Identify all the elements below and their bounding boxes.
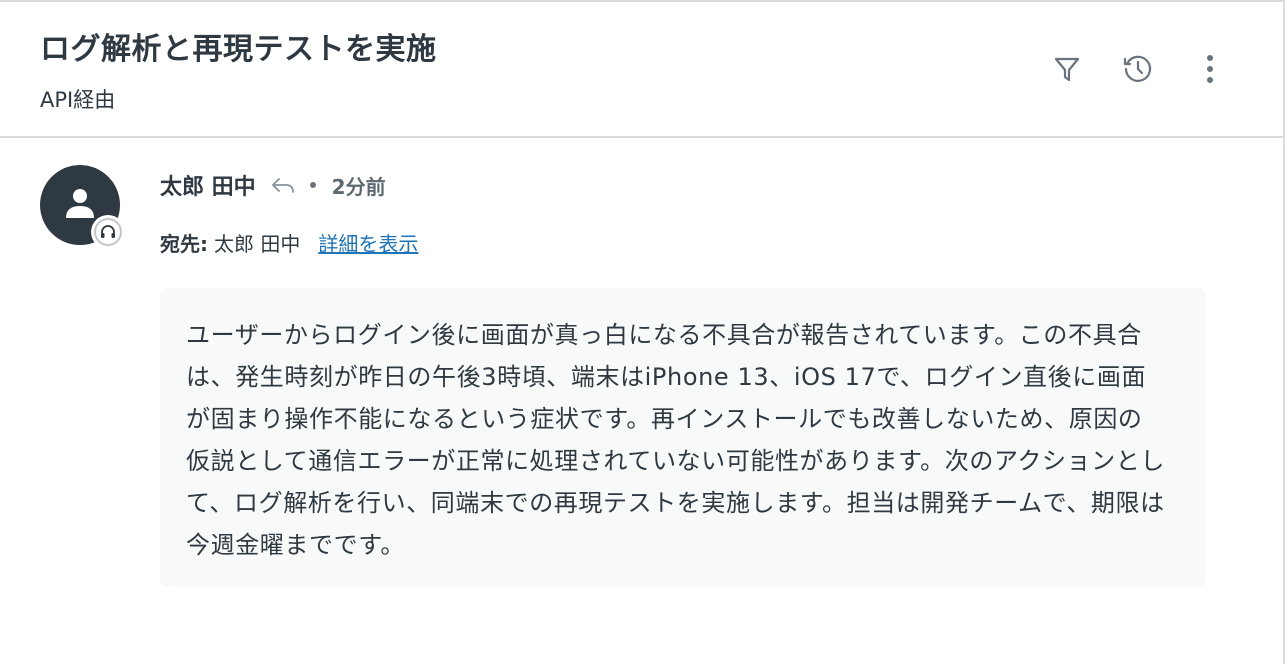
more-options-button[interactable] — [1189, 48, 1231, 90]
comment-meta: 太郎 田中 2分前 — [160, 168, 386, 202]
author-name: 太郎 田中 — [160, 175, 256, 200]
history-button[interactable] — [1117, 48, 1159, 90]
recipient-row: 宛先: 太郎 田中 詳細を表示 — [160, 226, 418, 258]
filter-button[interactable] — [1046, 48, 1088, 90]
reply-icon — [270, 175, 296, 195]
comment-body: ユーザーからログイン後に画面が真っ白になる不具合が報告されています。この不具合は… — [160, 288, 1206, 587]
recipient-name: 太郎 田中 — [214, 231, 301, 256]
history-icon — [1123, 55, 1152, 82]
ticket-title: ログ解析と再現テストを実施 — [40, 32, 437, 67]
ticket-header: ログ解析と再現テストを実施 API経由 — [0, 0, 1285, 138]
more-vertical-icon — [1207, 55, 1213, 83]
recipient-label: 宛先: — [160, 231, 208, 256]
comment-text: ユーザーからログイン後に画面が真っ白になる不具合が報告されています。この不具合は… — [186, 321, 1165, 559]
headset-icon — [101, 225, 115, 238]
filter-icon — [1054, 57, 1080, 82]
ticket-channel: API経由 — [40, 88, 116, 112]
show-details-link[interactable]: 詳細を表示 — [318, 228, 418, 257]
comment-timestamp: 2分前 — [331, 174, 386, 199]
agent-badge — [91, 215, 125, 249]
separator-dot — [309, 182, 316, 188]
